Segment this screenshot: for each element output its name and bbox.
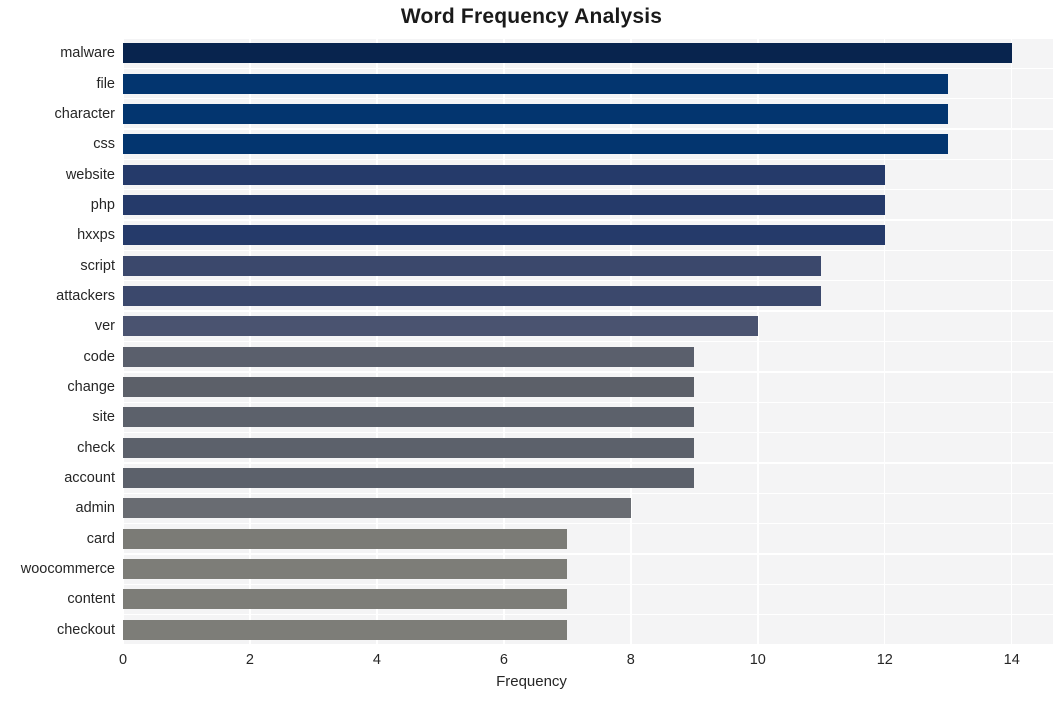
bar [123, 407, 695, 428]
y-gridline [123, 553, 1053, 555]
y-gridline [123, 189, 1053, 191]
bar [123, 255, 822, 276]
bar [123, 559, 568, 580]
x-axis-tick-label: 14 [1003, 652, 1020, 668]
y-gridline [123, 67, 1053, 70]
y-axis-tick-label: file [96, 75, 115, 92]
x-axis-tick-label: 0 [118, 652, 128, 668]
y-gridline [123, 613, 1053, 616]
bar [123, 316, 758, 337]
y-axis-tick-label: admin [75, 500, 116, 517]
y-axis-tick-label: content [67, 591, 115, 608]
bar [123, 225, 885, 246]
y-gridline [123, 522, 1053, 525]
y-gridline [123, 38, 1053, 39]
x-axis-tick-labels: 0 2 4 6 8 10 12 14 [0, 645, 1063, 675]
y-axis-tick-label: change [67, 379, 115, 396]
bar [123, 134, 949, 155]
y-gridline [123, 371, 1053, 373]
x-axis-tick-label: 4 [372, 652, 381, 668]
y-axis-tick-label: site [92, 409, 115, 426]
chart-title: Word Frequency Analysis [400, 5, 663, 28]
y-gridline [123, 219, 1053, 221]
y-gridline [123, 492, 1053, 494]
y-gridline [123, 431, 1053, 434]
y-axis-tick-label: character [54, 105, 115, 122]
y-axis-tick-label: ver [94, 318, 115, 335]
bar [123, 589, 568, 610]
y-axis-tick-label: code [83, 348, 115, 365]
y-axis-tick-label: website [65, 166, 115, 183]
x-axis-tick-label: 8 [626, 652, 635, 668]
x-axis-tick-label: 10 [749, 652, 766, 668]
bar [123, 73, 949, 94]
y-gridline [123, 583, 1053, 585]
y-gridline [123, 128, 1053, 130]
y-axis-tick-label: attackers [56, 287, 115, 304]
y-gridline [123, 249, 1053, 252]
y-axis-tick-label: check [77, 439, 115, 456]
y-axis-tick-label: css [93, 136, 115, 153]
y-gridline [123, 98, 1053, 100]
y-axis-tick-label: script [80, 257, 115, 274]
bar [123, 103, 949, 124]
x-axis-tick-label: 12 [876, 652, 893, 668]
y-axis-tick-label: account [64, 470, 115, 487]
y-axis-tick-label: php [90, 196, 115, 213]
y-axis-tick-label: hxxps [77, 227, 115, 244]
y-axis-tick-label: checkout [56, 621, 115, 638]
y-gridline [123, 310, 1053, 312]
y-gridline [123, 158, 1053, 161]
y-axis-tick-labels: malware file character css website php hxxps sc… [0, 38, 115, 645]
bar [123, 468, 695, 489]
y-gridline [123, 280, 1053, 282]
bar [123, 528, 568, 549]
plot-area [123, 38, 1053, 645]
bar [123, 43, 1012, 64]
y-axis-tick-label: card [86, 530, 115, 547]
bar [123, 377, 695, 398]
bar [123, 194, 885, 215]
chart-figure: Word Frequency Analysis malware file chara… [0, 0, 1063, 701]
y-gridline [123, 462, 1053, 464]
x-axis-tick-label: 2 [245, 652, 254, 668]
bar [123, 437, 695, 458]
x-axis-title: Frequency [496, 673, 567, 690]
y-gridline [123, 401, 1053, 403]
y-axis-tick-label: woocommerce [20, 561, 115, 578]
y-axis-tick-label: malware [60, 45, 115, 62]
x-axis-tick-label: 6 [499, 652, 508, 668]
bar [123, 619, 568, 640]
y-gridline [123, 340, 1053, 343]
bar [123, 498, 631, 519]
bar [123, 285, 822, 306]
bar [123, 164, 885, 185]
bar [123, 346, 695, 367]
